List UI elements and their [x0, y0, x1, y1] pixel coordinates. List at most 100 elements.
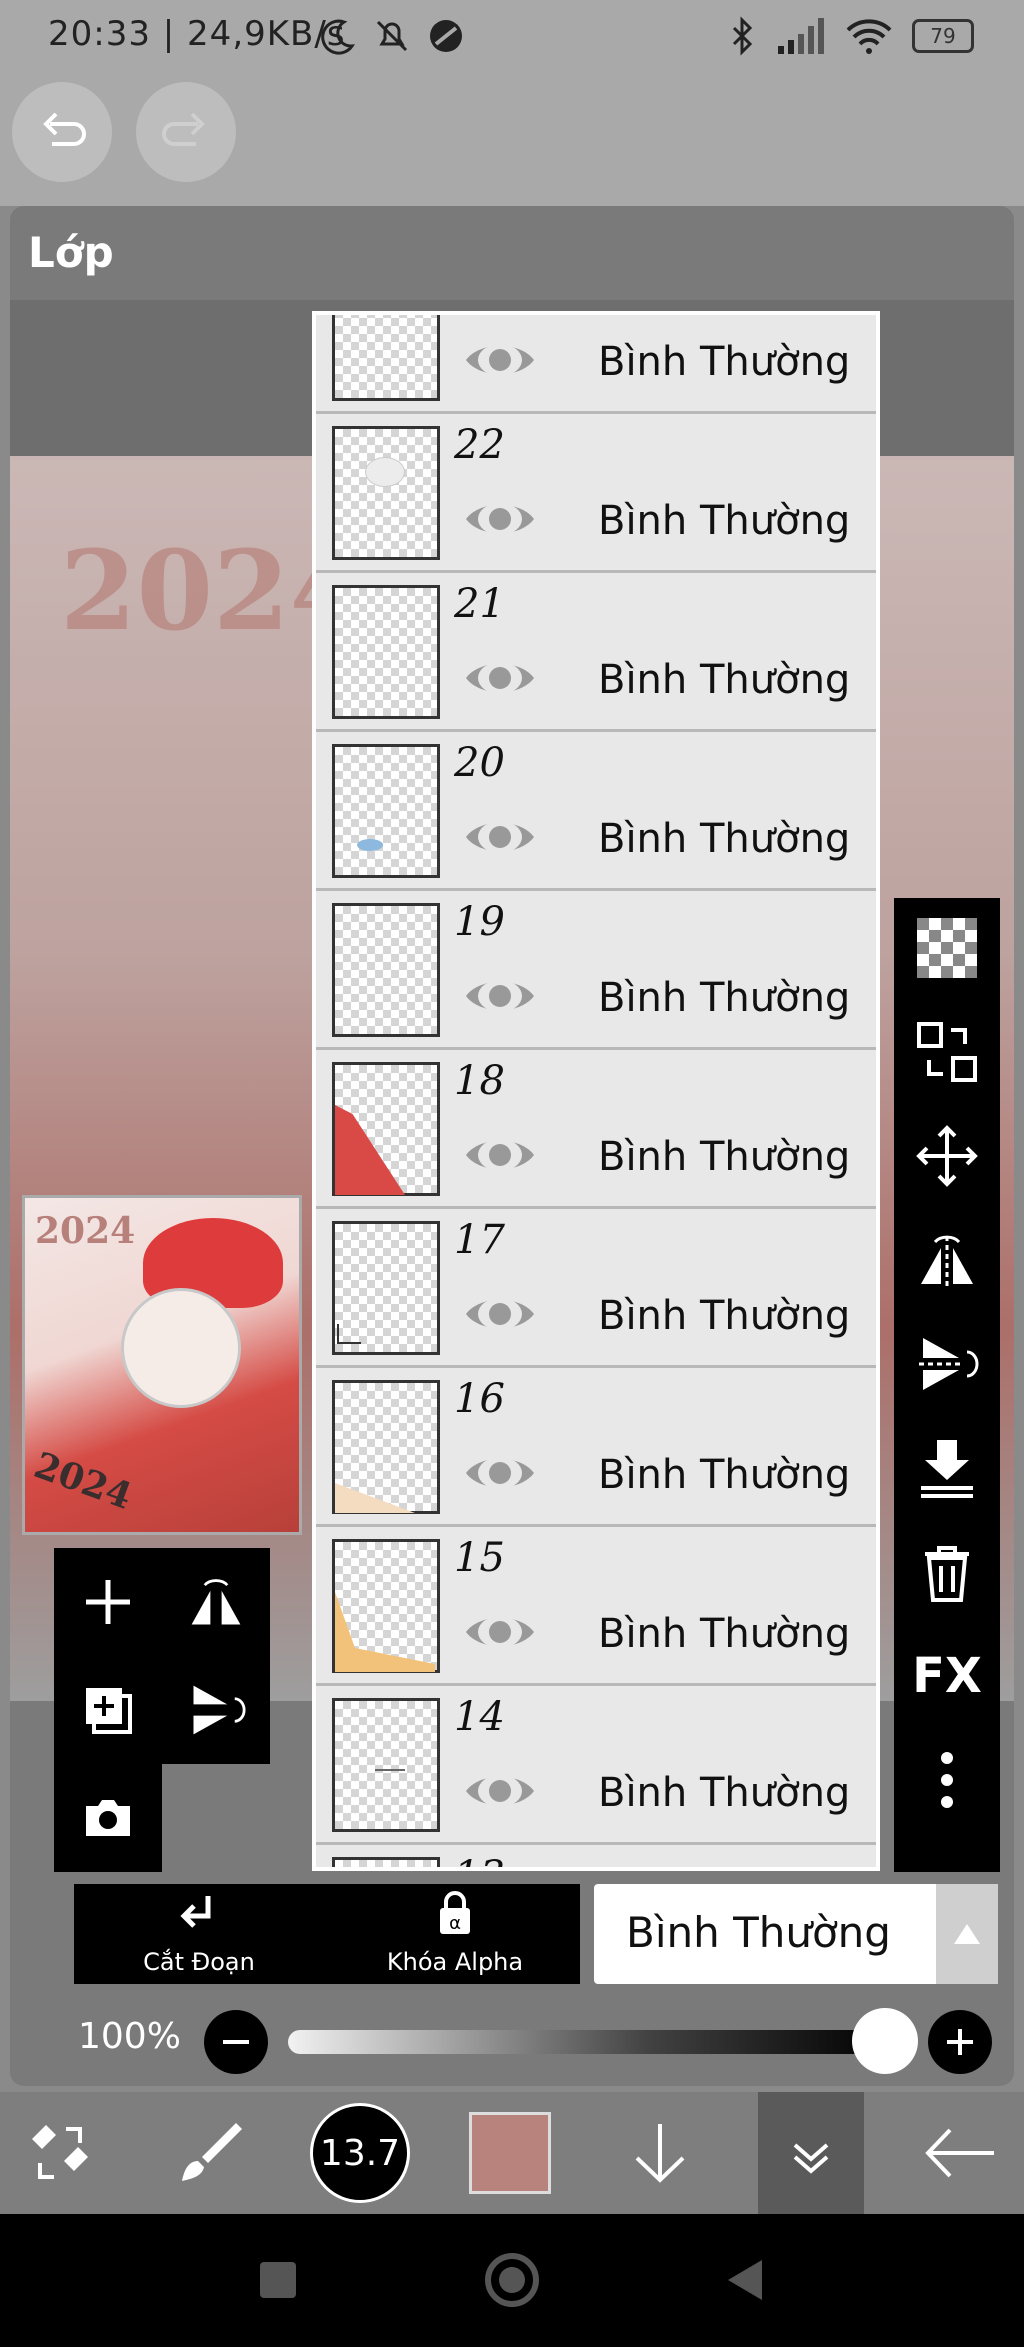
layer-number: 15 — [454, 1535, 505, 1581]
layer-blend-mode: Bình Thường — [598, 1611, 851, 1657]
layer-row[interactable]: 21 Bình Thường — [316, 573, 876, 732]
layer-blend-mode: Bình Thường — [598, 498, 851, 544]
layer-controls: Cắt Đoạn α Khóa Alpha — [74, 1884, 580, 1984]
eye-icon[interactable] — [462, 337, 538, 383]
flip-horizontal-button[interactable] — [915, 1228, 979, 1292]
opacity-slider[interactable] — [288, 2030, 888, 2054]
move-down-button[interactable] — [600, 2092, 720, 2214]
layer-row[interactable]: 19 Bình Thường — [316, 891, 876, 1050]
brush-size-button[interactable]: 13.7 — [300, 2092, 420, 2214]
wifi-icon — [846, 19, 892, 54]
eye-icon[interactable] — [462, 496, 538, 542]
brush-button[interactable] — [150, 2092, 270, 2214]
layer-row[interactable]: 15 Bình Thường — [316, 1527, 876, 1686]
layer-blend-mode: Bình Thường — [598, 1134, 851, 1180]
eye-icon[interactable] — [462, 1132, 538, 1178]
layer-thumbnail — [332, 1539, 440, 1673]
panel-title: Lớp — [28, 228, 114, 277]
clipping-icon — [180, 1896, 211, 1928]
fx-label: FX — [912, 1648, 982, 1704]
layer-blend-mode: Bình Thường — [598, 816, 851, 862]
layer-row[interactable]: 17 Bình Thường — [316, 1209, 876, 1368]
layer-blend-mode: Bình Thường — [598, 975, 851, 1021]
flip-layer-h-button[interactable] — [162, 1548, 270, 1656]
eye-icon[interactable] — [462, 655, 538, 701]
more-options-button[interactable] — [915, 1748, 979, 1812]
layer-thumbnail — [332, 1698, 440, 1832]
nav-recents-button[interactable] — [248, 2250, 308, 2310]
blend-mode-dropdown[interactable] — [936, 1884, 998, 1984]
eye-icon[interactable] — [462, 1291, 538, 1337]
alpha-lock-button[interactable]: α Khóa Alpha — [330, 1884, 580, 1984]
layer-number: 21 — [454, 581, 505, 627]
layer-number: 22 — [454, 422, 505, 468]
triangle-left-icon — [728, 2260, 762, 2300]
camera-icon — [86, 1800, 130, 1836]
opacity-row: 100% — [0, 2000, 1024, 2080]
layer-list-inner: Bình Thường 22 Bình Thường 21 Bình Thường 20 B… — [316, 315, 876, 1867]
merge-down-button[interactable] — [915, 1436, 979, 1500]
layer-number: 18 — [454, 1058, 505, 1104]
tool-select-button[interactable] — [0, 2092, 120, 2214]
blend-mode-value: Bình Thường — [626, 1908, 891, 1957]
layer-row[interactable]: 16 Bình Thường — [316, 1368, 876, 1527]
undo-button[interactable] — [12, 82, 112, 182]
layer-row[interactable]: 13 — [316, 1845, 876, 1867]
delete-layer-button[interactable] — [915, 1540, 979, 1604]
eye-icon[interactable] — [462, 973, 538, 1019]
layer-thumbnail — [332, 585, 440, 719]
layer-blend-mode: Bình Thường — [598, 339, 851, 385]
duplicate-layer-button[interactable] — [54, 1656, 162, 1764]
redo-button[interactable] — [136, 82, 236, 182]
brush-size-value: 13.7 — [310, 2103, 410, 2203]
layer-list[interactable]: Bình Thường 22 Bình Thường 21 Bình Thường 20 B… — [312, 311, 880, 1871]
bell-off-icon — [376, 20, 408, 52]
layer-row[interactable]: 18 Bình Thường — [316, 1050, 876, 1209]
canvas-thumbnail[interactable]: 2024 2024 — [22, 1195, 302, 1535]
transparency-button[interactable] — [915, 916, 979, 980]
circle-icon — [485, 2253, 539, 2307]
flip-horizontal-icon — [191, 1579, 241, 1625]
duplicate-layer-icon — [86, 1688, 132, 1734]
layer-row[interactable]: 14 Bình Thường — [316, 1686, 876, 1845]
opacity-decrease-button[interactable] — [204, 2010, 268, 2074]
swap-layers-button[interactable] — [915, 1020, 979, 1084]
move-button[interactable] — [915, 1124, 979, 1188]
double-chevron-down-icon — [793, 2143, 829, 2174]
layer-thumbnail — [332, 744, 440, 878]
clipping-button[interactable]: Cắt Đoạn — [74, 1884, 324, 1984]
eye-icon[interactable] — [462, 1609, 538, 1655]
trash-icon — [925, 1546, 969, 1602]
layer-row[interactable]: 22 Bình Thường — [316, 414, 876, 573]
camera-pad — [54, 1764, 162, 1872]
flip-vertical-button[interactable] — [915, 1332, 979, 1396]
flip-horizontal-icon — [921, 1235, 973, 1288]
add-layer-button[interactable] — [54, 1548, 162, 1656]
nav-home-button[interactable] — [482, 2250, 542, 2310]
nav-back-button[interactable] — [714, 2250, 774, 2310]
eye-icon[interactable] — [462, 1768, 538, 1814]
redo-icon — [162, 112, 205, 146]
color-button[interactable] — [450, 2092, 570, 2214]
camera-button[interactable] — [54, 1764, 162, 1872]
layer-thumbnail — [332, 1221, 440, 1355]
layer-number: 16 — [454, 1376, 505, 1422]
status-time-speed: 20:33 | 24,9KB/s — [48, 14, 346, 54]
bottom-toolbar: 13.7 — [0, 2092, 1024, 2214]
layer-row[interactable]: Bình Thường — [316, 315, 876, 414]
flip-layer-v-button[interactable] — [162, 1656, 270, 1764]
blend-mode-select[interactable]: Bình Thường — [594, 1884, 998, 1984]
opacity-increase-button[interactable] — [928, 2010, 992, 2074]
eye-icon[interactable] — [462, 814, 538, 860]
layer-row[interactable]: 20 Bình Thường — [316, 732, 876, 891]
fx-button[interactable]: FX — [912, 1644, 982, 1708]
layer-blend-mode: Bình Thường — [598, 1452, 851, 1498]
moon-icon — [321, 19, 355, 55]
layer-number: 13 — [454, 1853, 505, 1867]
opacity-slider-knob[interactable] — [852, 2008, 918, 2074]
layer-number: 14 — [454, 1694, 505, 1740]
back-button[interactable] — [900, 2092, 1020, 2214]
eye-icon[interactable] — [462, 1450, 538, 1496]
thumbnail-year-top: 2024 — [35, 1210, 136, 1252]
layers-toggle-button[interactable] — [758, 2092, 864, 2214]
